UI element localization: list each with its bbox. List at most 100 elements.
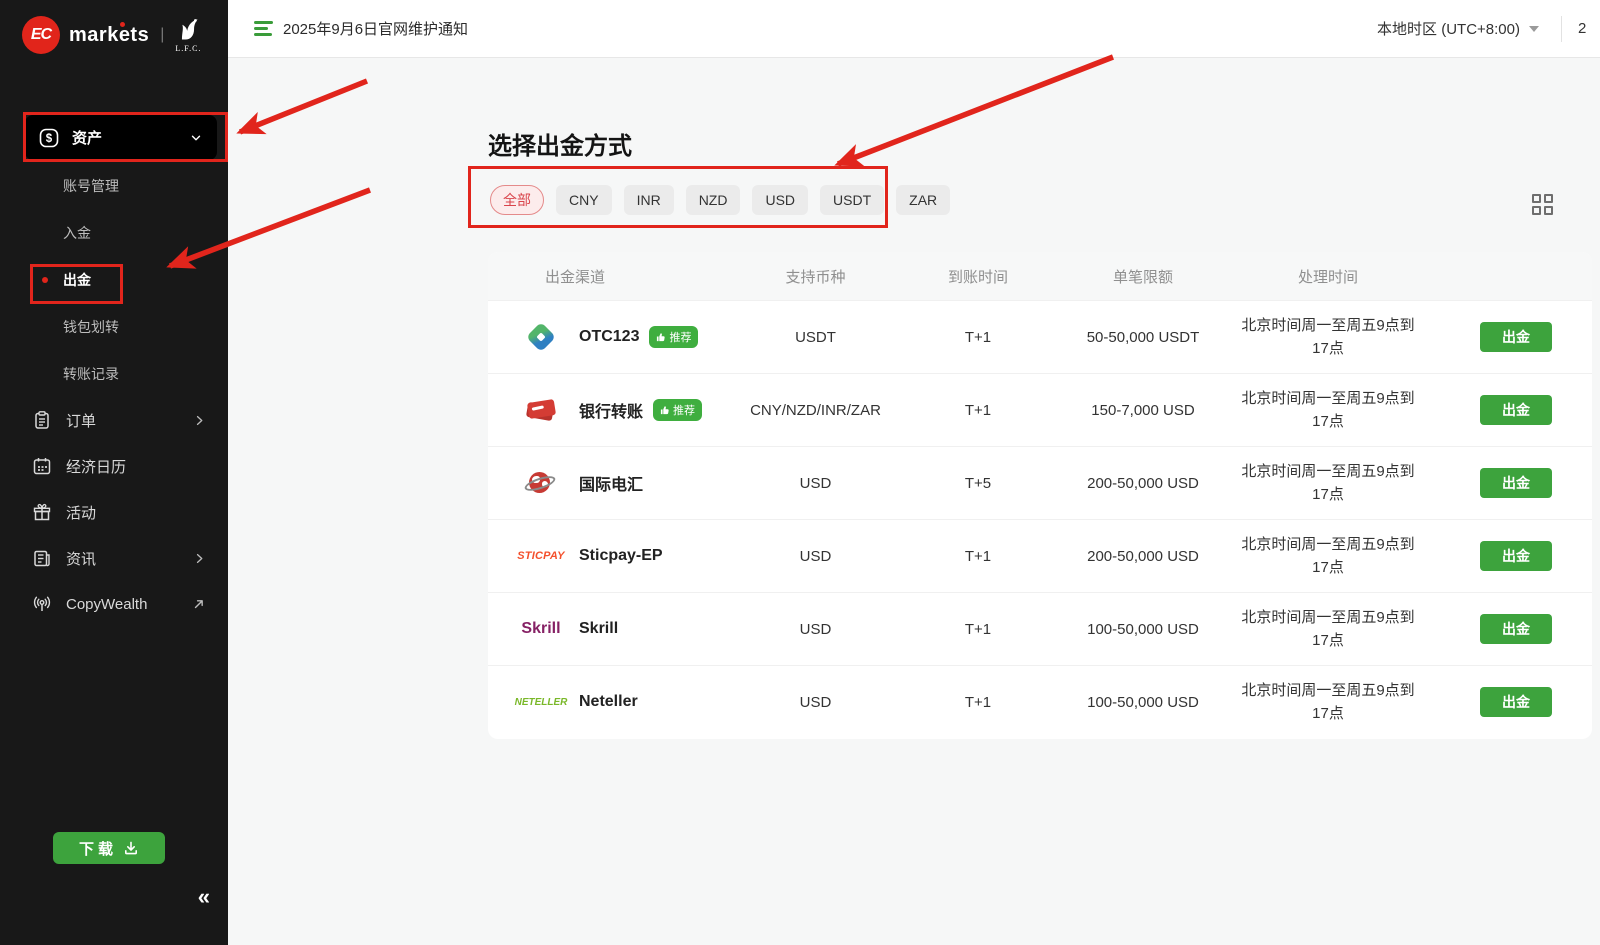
liverbird-icon <box>176 17 200 43</box>
sidebar-item-account-management[interactable]: 账号管理 <box>0 162 228 209</box>
collapse-sidebar-icon[interactable]: « <box>198 884 210 910</box>
recommended-badge: 推荐 <box>649 326 698 348</box>
sidebar-item-label: 钱包划转 <box>63 317 119 337</box>
limit-cell: 200-50,000 USD <box>1063 475 1223 492</box>
table-row: OTC123 推荐 USDT T+1 50-50,000 USDT 北京时间周一… <box>488 300 1592 373</box>
col-header-arrival: 到账时间 <box>893 266 1063 287</box>
svg-text:$: $ <box>46 133 53 145</box>
hours-cell: 北京时间周一至周五9点到17点 <box>1233 314 1423 361</box>
currency-cell: USD <box>738 475 893 492</box>
sidebar-item-news[interactable]: 资讯 <box>0 535 228 581</box>
table-row: 国际电汇 USD T+5 200-50,000 USD 北京时间周一至周五9点到… <box>488 446 1592 519</box>
sidebar-item-promotions[interactable]: 活动 <box>0 489 228 535</box>
currency-cell: CNY/NZD/INR/ZAR <box>738 402 893 419</box>
sidebar-item-wallet-transfer[interactable]: 钱包划转 <box>0 303 228 350</box>
gift-icon <box>32 502 52 522</box>
main-content: 选择出金方式 全部 CNY INR NZD USD USDT ZAR 出金渠道 … <box>228 58 1600 945</box>
download-label: 下载 <box>79 838 117 859</box>
withdraw-methods-table: 出金渠道 支持币种 到账时间 单笔限额 处理时间 OTC123 推荐 USDT … <box>488 252 1592 739</box>
notice-text: 2025年9月6日官网维护通知 <box>283 18 468 39</box>
limit-cell: 100-50,000 USD <box>1063 694 1223 711</box>
skrill-logo: Skrill <box>521 620 560 638</box>
filter-chip-nzd[interactable]: NZD <box>686 185 741 215</box>
hours-cell: 北京时间周一至周五9点到17点 <box>1233 387 1423 434</box>
notice-lines-icon <box>254 21 273 36</box>
hours-cell: 北京时间周一至周五9点到17点 <box>1233 460 1423 507</box>
sidebar: EC markets | L.F.C. $ 资产 账号管理 入金 出金 钱 <box>0 0 228 945</box>
sidebar-item-label: 活动 <box>66 502 96 523</box>
maintenance-notice[interactable]: 2025年9月6日官网维护通知 <box>254 18 468 39</box>
table-header-row: 出金渠道 支持币种 到账时间 单笔限额 处理时间 <box>488 252 1592 300</box>
ec-logo: EC <box>22 16 60 54</box>
channel-name: Skrill <box>579 620 618 638</box>
limit-cell: 50-50,000 USDT <box>1063 329 1223 346</box>
sidebar-item-economic-calendar[interactable]: 经济日历 <box>0 443 228 489</box>
clock-partial: 2 <box>1578 20 1600 37</box>
filter-chip-inr[interactable]: INR <box>624 185 674 215</box>
filter-chip-usdt[interactable]: USDT <box>820 185 884 215</box>
withdraw-button[interactable]: 出金 <box>1480 614 1552 644</box>
download-button[interactable]: 下载 <box>53 832 165 864</box>
currency-cell: USD <box>738 694 893 711</box>
timezone-label: 本地时区 (UTC+8:00) <box>1377 18 1520 39</box>
filter-chip-zar[interactable]: ZAR <box>896 185 950 215</box>
sidebar-item-deposit[interactable]: 入金 <box>0 209 228 256</box>
grid-view-icon[interactable] <box>1532 194 1554 216</box>
external-link-icon <box>192 597 206 611</box>
col-header-processing: 处理时间 <box>1223 266 1433 287</box>
hours-cell: 北京时间周一至周五9点到17点 <box>1233 679 1423 726</box>
filter-chip-cny[interactable]: CNY <box>556 185 612 215</box>
col-header-channel: 出金渠道 <box>488 266 738 287</box>
thumbs-up-icon <box>660 405 670 415</box>
chevron-right-icon <box>193 552 206 565</box>
filter-chip-usd[interactable]: USD <box>752 185 808 215</box>
arrival-cell: T+5 <box>893 475 1063 492</box>
thumbs-up-icon <box>656 332 666 342</box>
limit-cell: 150-7,000 USD <box>1063 402 1223 419</box>
withdraw-button[interactable]: 出金 <box>1480 468 1552 498</box>
timezone-selector[interactable]: 本地时区 (UTC+8:00) <box>1377 18 1539 39</box>
timezone-caret-icon <box>1529 26 1539 32</box>
table-row: NETELLER Neteller USD T+1 100-50,000 USD… <box>488 665 1592 738</box>
sidebar-item-orders[interactable]: 订单 <box>0 397 228 443</box>
sidebar-item-label: 订单 <box>66 410 96 431</box>
currency-filter-bar: 全部 CNY INR NZD USD USDT ZAR <box>490 185 950 215</box>
dollar-icon: $ <box>39 128 59 148</box>
arrival-cell: T+1 <box>893 694 1063 711</box>
sidebar-item-label: 转账记录 <box>63 364 119 384</box>
sidebar-item-assets[interactable]: $ 资产 <box>25 115 217 160</box>
badge-label: 推荐 <box>673 402 695 418</box>
channel-name: Sticpay-EP <box>579 547 663 565</box>
logo-divider: | <box>160 26 164 44</box>
col-header-currency: 支持币种 <box>738 266 893 287</box>
channel-name: Neteller <box>579 693 638 711</box>
table-row: STICPAY Sticpay-EP USD T+1 200-50,000 US… <box>488 519 1592 592</box>
filter-chip-all[interactable]: 全部 <box>490 185 544 215</box>
calendar-icon <box>32 456 52 476</box>
sidebar-item-withdraw[interactable]: 出金 <box>0 256 228 303</box>
page-title: 选择出金方式 <box>488 126 632 161</box>
withdraw-button[interactable]: 出金 <box>1480 322 1552 352</box>
sidebar-item-label: 出金 <box>63 270 91 290</box>
clipboard-icon <box>32 410 52 430</box>
channel-name: 国际电汇 <box>579 471 643 495</box>
sidebar-item-copywealth[interactable]: CopyWealth <box>0 581 228 627</box>
hours-cell: 北京时间周一至周五9点到17点 <box>1233 606 1423 653</box>
table-row: 银行转账 推荐 CNY/NZD/INR/ZAR T+1 150-7,000 US… <box>488 373 1592 446</box>
withdraw-button[interactable]: 出金 <box>1480 395 1552 425</box>
withdraw-button[interactable]: 出金 <box>1480 687 1552 717</box>
topbar-divider <box>1561 16 1562 42</box>
badge-label: 推荐 <box>669 329 691 345</box>
sidebar-item-label: 资讯 <box>66 548 96 569</box>
sidebar-item-label: CopyWealth <box>66 596 147 613</box>
sidebar-item-label: 经济日历 <box>66 456 126 477</box>
sidebar-item-transfer-records[interactable]: 转账记录 <box>0 350 228 397</box>
currency-cell: USDT <box>738 329 893 346</box>
withdraw-button[interactable]: 出金 <box>1480 541 1552 571</box>
sticpay-logo: STICPAY <box>517 550 564 562</box>
arrival-cell: T+1 <box>893 621 1063 638</box>
arrival-cell: T+1 <box>893 402 1063 419</box>
sidebar-item-label: 账号管理 <box>63 176 119 196</box>
sidebar-item-label: 入金 <box>63 223 91 243</box>
brand-wordmark: markets <box>69 24 149 47</box>
